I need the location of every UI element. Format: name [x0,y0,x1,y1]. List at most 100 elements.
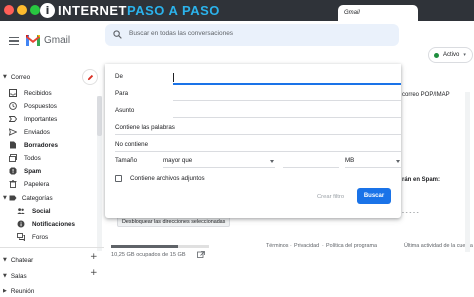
rooms-section-label: Salas [10,272,27,280]
subject-field[interactable]: Asunto [115,106,401,118]
sidebar-item-label: Foros [32,233,49,241]
browser-top-bar: i INTERNET PASO A PASO Gmail [0,0,474,21]
sidebar-item-drafts[interactable]: Borradores [0,139,58,151]
sidebar-item-important[interactable]: Importantes [0,113,57,125]
spam-settings-text: rán en Spam: [402,177,441,183]
close-window-button[interactable] [4,5,14,15]
chevron-down-icon: ▾ [463,52,466,58]
attachments-label: Contiene archivos adjuntos [130,174,205,182]
caret-down-icon: ▼ [3,74,7,80]
text-cursor [173,73,174,82]
size-value-input[interactable] [283,167,339,168]
doesnt-have-label: No contiene [115,141,149,148]
search-button[interactable]: Buscar [357,188,391,204]
watermark-logo: i INTERNET PASO A PASO [40,2,220,19]
create-filter-button[interactable]: Crear filtro [311,190,350,204]
from-field[interactable]: De [115,72,401,85]
caret-down-icon [270,160,274,163]
subject-label: Asunto [115,107,135,114]
sidebar-item-forums[interactable]: Foros [8,231,48,243]
sidebar-item-label: Social [32,207,51,215]
footer-policy-link[interactable]: Política del programa [326,243,377,249]
sidebar-item-inbox[interactable]: Recibidos [0,87,52,99]
has-words-label: Contiene las palabras [115,124,175,131]
compose-button[interactable] [83,70,97,84]
brand-name-part1: INTERNET [58,3,127,18]
caret-down-icon: ▼ [3,257,7,263]
size-unit-select[interactable]: MB [345,156,401,168]
window-controls [4,5,40,15]
sidebar-item-label: Categorías [21,194,53,202]
sidebar-item-social[interactable]: Social [8,205,51,217]
gmail-wordmark: Gmail [44,35,71,46]
meeting-section-header[interactable]: ▶ Reunión [0,285,34,297]
size-row: Tamaño mayor que MB [115,156,401,168]
status-dot [434,52,439,58]
doesnt-have-field[interactable]: No contiene [115,140,401,152]
settings-tab-pop-imap[interactable]: correo POP/IMAP [402,92,450,98]
sidebar-item-label: Borradores [24,141,58,149]
brand-logo-icon: i [40,3,55,18]
storage-bar-fill [111,245,178,248]
sidebar-item-all-mail[interactable]: Todos [0,152,41,164]
sidebar-scrollbar-thumb[interactable] [97,96,102,136]
label-icon [9,194,17,202]
chat-section-label: Chatear [10,256,34,264]
sidebar-item-label: Notificaciones [32,220,76,228]
sidebar-item-snoozed[interactable]: Pospuestos [0,100,57,112]
pencil-icon [87,74,93,80]
sidebar-item-trash[interactable]: Papelera [0,178,49,190]
add-chat-icon[interactable]: + [90,252,98,262]
sidebar-item-label: Papelera [24,180,50,188]
trash-icon [9,180,17,188]
search-icon[interactable] [113,30,122,39]
footer-separator: · [322,243,324,249]
advanced-search-panel: De Para Asunto Contiene las palabras No … [105,64,401,218]
main-scrollbar-track[interactable] [465,92,470,252]
main-menu-icon[interactable] [9,37,19,45]
more-dots-icon: - - - - - [402,210,419,216]
sidebar-item-label: Pospuestos [24,102,57,110]
browser-tab[interactable]: Gmail [338,5,418,21]
to-input[interactable] [173,100,401,101]
external-link-icon[interactable] [197,251,205,258]
add-room-icon[interactable]: + [90,268,98,278]
size-operator-select[interactable]: mayor que [163,156,275,168]
minimize-window-button[interactable] [17,5,27,15]
clock-icon [9,102,17,110]
rooms-section-header[interactable]: ▼ Salas [0,270,27,282]
from-label: De [115,73,123,80]
sidebar-item-label: Recibidos [24,89,52,97]
has-words-input[interactable] [115,134,401,135]
sidebar-item-categories[interactable]: ▼ Categorías [0,192,53,204]
maximize-window-button[interactable] [30,5,40,15]
footer-terms-link[interactable]: Términos [266,243,288,249]
search-bar[interactable]: Buscar en todas las conversaciones [105,24,399,46]
status-selector[interactable]: Activo ▾ [428,47,473,63]
doesnt-have-input[interactable] [115,151,401,152]
mail-section-header[interactable]: ▼ Correo [0,71,30,83]
attachments-checkbox[interactable] [115,174,122,182]
sidebar-item-sent[interactable]: Enviados [0,126,50,138]
from-input[interactable] [173,83,401,85]
caret-down-icon [396,160,400,163]
caret-right-icon: ▶ [3,288,7,294]
caret-down-icon: ▼ [3,195,7,201]
forum-icon [17,233,25,241]
has-words-field[interactable]: Contiene las palabras [115,123,401,135]
all-mail-icon [9,154,17,162]
subject-input[interactable] [173,117,401,118]
people-icon [17,207,25,215]
chat-section-header[interactable]: ▼ Chatear [0,254,33,266]
sidebar-item-notifications[interactable]: Notificaciones [8,218,75,230]
footer-privacy-link[interactable]: Privacidad [294,243,319,249]
mail-section-label: Correo [10,73,31,81]
sidebar-item-label: Enviados [24,128,50,136]
spam-icon [9,167,17,175]
sidebar-item-spam[interactable]: Spam [0,165,41,177]
attachments-option[interactable]: Contiene archivos adjuntos [115,173,205,183]
gmail-logo-icon[interactable] [26,34,40,46]
search-input[interactable]: Buscar en todas las conversaciones [129,30,233,37]
last-activity-text: Última actividad de la cuenta [404,243,473,249]
to-field[interactable]: Para [115,89,401,101]
